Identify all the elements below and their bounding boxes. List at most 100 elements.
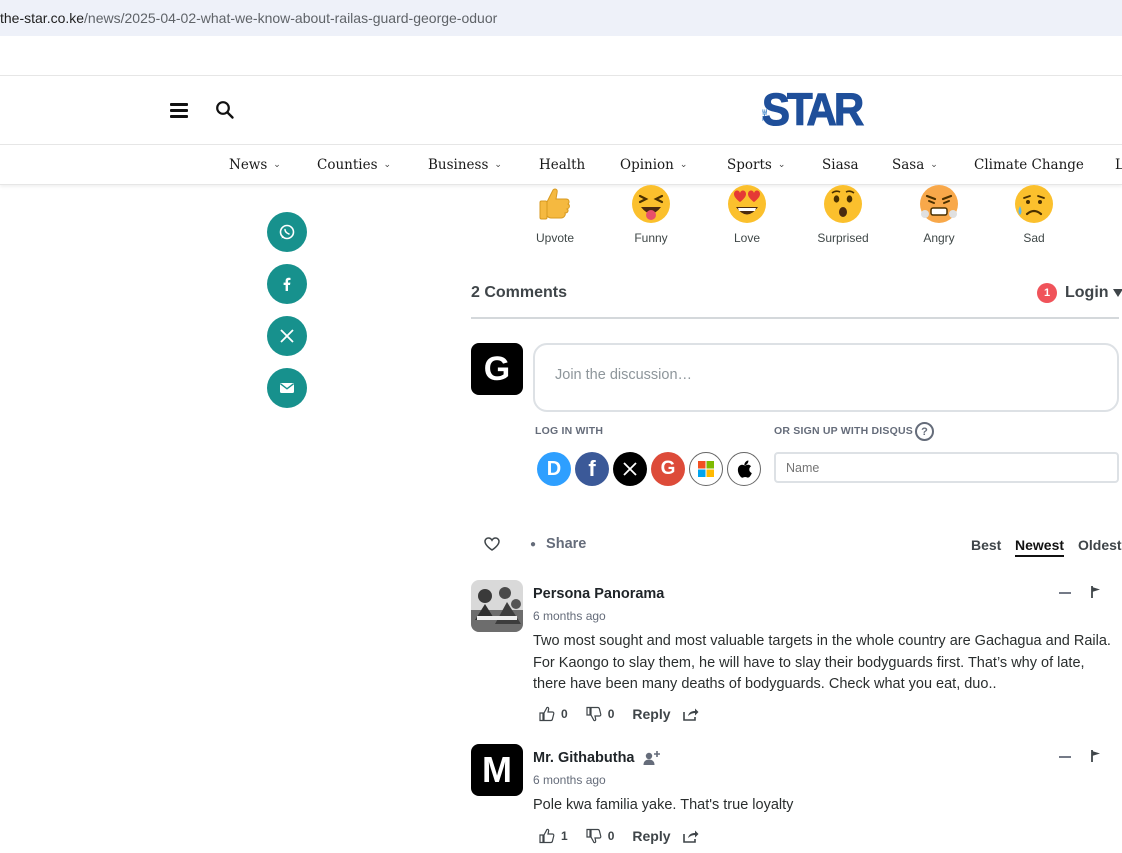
avatar[interactable]: M [471, 744, 523, 796]
comment-controls [1059, 586, 1101, 598]
nav-item-sasa[interactable]: Sasa ⌄ [892, 157, 938, 173]
nav-item-business[interactable]: Business ⌄ [428, 157, 502, 173]
name-field[interactable] [774, 452, 1119, 483]
share-arrow-icon[interactable] [682, 829, 699, 843]
dot-separator: ● [530, 538, 537, 550]
sort-oldest[interactable]: Oldest [1078, 537, 1122, 553]
reaction-funny[interactable]: Funny [616, 184, 686, 245]
url-text[interactable]: the-star.co.ke/news/2025-04-02-what-we-k… [0, 10, 497, 26]
comment-item: Persona Panorama 6 months ago Two most s… [471, 580, 1119, 730]
thumbs-down-icon[interactable] [586, 706, 602, 722]
site-header [0, 75, 1122, 145]
apple-login-button[interactable] [727, 452, 761, 486]
surprised-face-icon [824, 185, 862, 223]
reaction-angry[interactable]: Angry [904, 184, 974, 245]
nav-label: Siasa [822, 157, 859, 173]
comment-count[interactable]: 2 Comments [471, 284, 567, 302]
follow-user-icon[interactable] [643, 750, 661, 766]
nav-item-opinion[interactable]: Opinion ⌄ [620, 157, 687, 173]
share-thread-link[interactable]: Share [546, 536, 586, 552]
chevron-down-icon: ⌄ [777, 160, 786, 170]
google-icon: G [660, 458, 676, 479]
comment-timestamp[interactable]: 6 months ago [533, 773, 606, 787]
comment-author[interactable]: Mr. Githabutha [533, 750, 661, 766]
sort-best[interactable]: Best [971, 537, 1001, 553]
flag-icon[interactable] [1091, 586, 1101, 598]
comment-footer: 0 0 Reply [539, 706, 699, 722]
comment-controls [1059, 750, 1101, 762]
reaction-sad[interactable]: Sad [999, 184, 1069, 245]
email-icon [280, 383, 294, 393]
microsoft-login-button[interactable] [689, 452, 723, 486]
nav-item-health[interactable]: Health [539, 157, 585, 173]
notification-badge[interactable]: 1 [1037, 283, 1057, 303]
login-menu[interactable]: 1 Login [1037, 283, 1122, 303]
reaction-label: Upvote [535, 231, 575, 245]
comment-author[interactable]: Persona Panorama [533, 586, 664, 602]
chevron-down-icon: ⌄ [930, 160, 938, 170]
nav-label: Health [539, 157, 586, 173]
reaction-love[interactable]: Love [712, 184, 782, 245]
reactions-bar: Upvote Funny Love Surprised Angry Sad [520, 184, 1100, 245]
chevron-down-icon: ⌄ [679, 160, 688, 170]
comment-timestamp[interactable]: 6 months ago [533, 609, 606, 623]
facebook-share-button[interactable] [267, 264, 307, 304]
x-login-button[interactable] [613, 452, 647, 486]
apple-icon [737, 460, 752, 478]
nav-item-counties[interactable]: Counties ⌄ [317, 157, 391, 173]
thumbs-up-icon[interactable] [539, 828, 555, 844]
login-label[interactable]: Login [1065, 284, 1109, 302]
reply-button[interactable]: Reply [632, 706, 670, 722]
nav-label: Sasa [892, 157, 925, 173]
downvote-count: 0 [607, 707, 615, 721]
reaction-surprised[interactable]: Surprised [808, 184, 878, 245]
login-with-label: LOG IN WITH [535, 425, 604, 437]
url-path: /news/2025-04-02-what-we-know-about-rail… [84, 10, 498, 26]
share-arrow-icon[interactable] [682, 707, 699, 721]
comment-composer[interactable]: Join the discussion… [533, 343, 1119, 412]
email-share-button[interactable] [267, 368, 307, 408]
thumbs-up-icon[interactable] [539, 706, 555, 722]
nav-item-siasa[interactable]: Siasa [822, 157, 859, 173]
thumbs-down-icon[interactable] [586, 828, 602, 844]
disqus-login-button[interactable]: D [537, 452, 571, 486]
thread-actions: ● Share [484, 536, 586, 552]
caret-down-icon[interactable] [1112, 289, 1122, 297]
upvote-count: 0 [561, 707, 568, 721]
heart-eyes-icon [728, 185, 766, 223]
facebook-icon [283, 277, 291, 291]
nav-item-overflow[interactable]: L [1115, 157, 1122, 173]
nav-label: News [229, 157, 268, 173]
facebook-login-button[interactable]: f [575, 452, 609, 486]
composer-placeholder: Join the discussion… [555, 367, 693, 383]
x-icon [280, 329, 294, 343]
chevron-down-icon: ⌄ [383, 160, 392, 170]
comment-body: Two most sought and most valuable target… [533, 633, 1111, 692]
microsoft-icon [698, 461, 714, 477]
thumbs-up-icon [539, 188, 570, 220]
browser-url-bar[interactable]: the-star.co.ke/news/2025-04-02-what-we-k… [0, 0, 1122, 36]
collapse-icon[interactable] [1059, 587, 1071, 597]
comment-body: Pole kwa familia yake. That's true loyal… [533, 797, 794, 813]
reaction-upvote[interactable]: Upvote [520, 184, 590, 245]
avatar-photo-icon [471, 580, 523, 632]
heart-icon[interactable] [484, 537, 500, 551]
x-share-button[interactable] [267, 316, 307, 356]
comments-divider [471, 317, 1119, 319]
nav-item-sports[interactable]: Sports ⌄ [727, 157, 785, 173]
nav-item-news[interactable]: News ⌄ [229, 157, 281, 173]
site-logo[interactable]: THE STAR [760, 84, 864, 136]
reaction-label: Love [733, 231, 761, 245]
reply-button[interactable]: Reply [632, 828, 670, 844]
flag-icon[interactable] [1091, 750, 1101, 762]
sort-newest[interactable]: Newest [1015, 537, 1065, 557]
whatsapp-share-button[interactable] [267, 212, 307, 252]
x-icon [623, 462, 637, 476]
hamburger-menu-icon[interactable] [170, 103, 188, 118]
help-icon[interactable]: ? [915, 422, 934, 441]
avatar[interactable] [471, 580, 523, 632]
collapse-icon[interactable] [1059, 751, 1071, 761]
search-icon[interactable] [215, 100, 235, 120]
google-login-button[interactable]: G [651, 452, 685, 486]
nav-item-climate-change[interactable]: Climate Change [974, 157, 1084, 173]
